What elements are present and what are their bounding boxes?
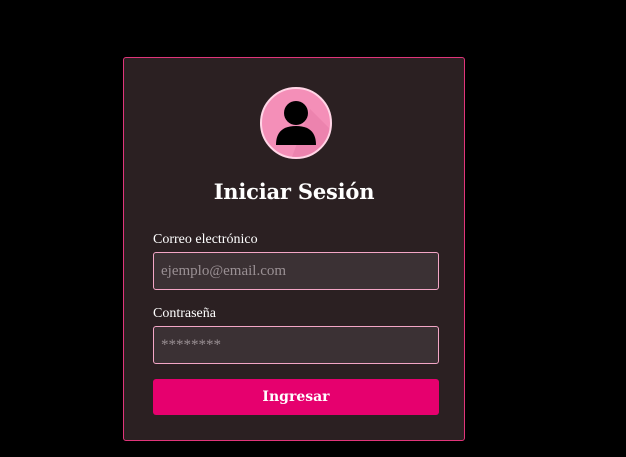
login-card: Iniciar Sesión Correo electrónico Contra…	[123, 57, 465, 441]
password-label: Contraseña	[153, 306, 216, 321]
email-label: Correo electrónico	[153, 232, 258, 247]
email-field[interactable]	[153, 252, 439, 290]
user-avatar-icon	[260, 87, 332, 159]
password-field[interactable]	[153, 326, 439, 364]
page-title: Iniciar Sesión	[213, 179, 375, 204]
login-button[interactable]: Ingresar	[153, 379, 439, 415]
user-silhouette	[276, 101, 330, 157]
